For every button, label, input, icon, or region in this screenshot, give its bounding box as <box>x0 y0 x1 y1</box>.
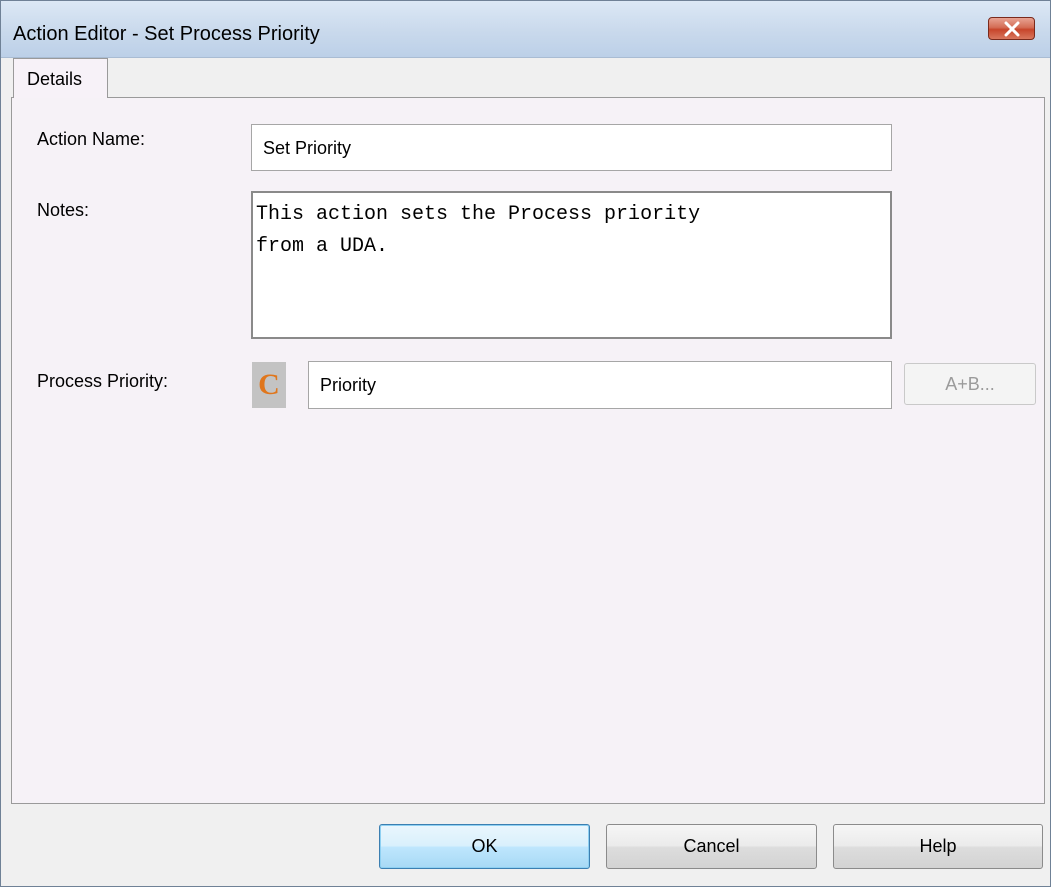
ok-button[interactable]: OK <box>379 824 590 869</box>
action-name-value: Set Priority <box>263 138 352 158</box>
close-button[interactable] <box>988 17 1035 40</box>
close-icon <box>1004 21 1020 37</box>
formula-button[interactable]: A+B... <box>904 363 1036 405</box>
notes-label: Notes: <box>37 200 90 220</box>
process-priority-input[interactable]: Priority <box>308 361 892 409</box>
action-name-input[interactable]: Set Priority <box>251 124 892 171</box>
constant-type-icon[interactable]: C <box>252 362 286 408</box>
action-name-label: Action Name: <box>37 129 146 149</box>
window-title: Action Editor - Set Process Priority <box>13 23 320 45</box>
title-bar[interactable]: Action Editor - Set Process Priority <box>1 1 1050 58</box>
action-editor-dialog: Action Editor - Set Process Priority Det… <box>0 0 1051 887</box>
help-button[interactable]: Help <box>833 824 1043 869</box>
process-priority-value: Priority <box>320 375 377 395</box>
process-priority-label: Process Priority: <box>37 371 169 391</box>
constant-type-icon-glyph: C <box>258 368 280 401</box>
notes-textarea[interactable]: This action sets the Process priority fr… <box>251 191 892 339</box>
cancel-button[interactable]: Cancel <box>606 824 817 869</box>
tab-details-label: Details <box>27 69 83 89</box>
tab-details[interactable]: Details <box>13 58 108 98</box>
